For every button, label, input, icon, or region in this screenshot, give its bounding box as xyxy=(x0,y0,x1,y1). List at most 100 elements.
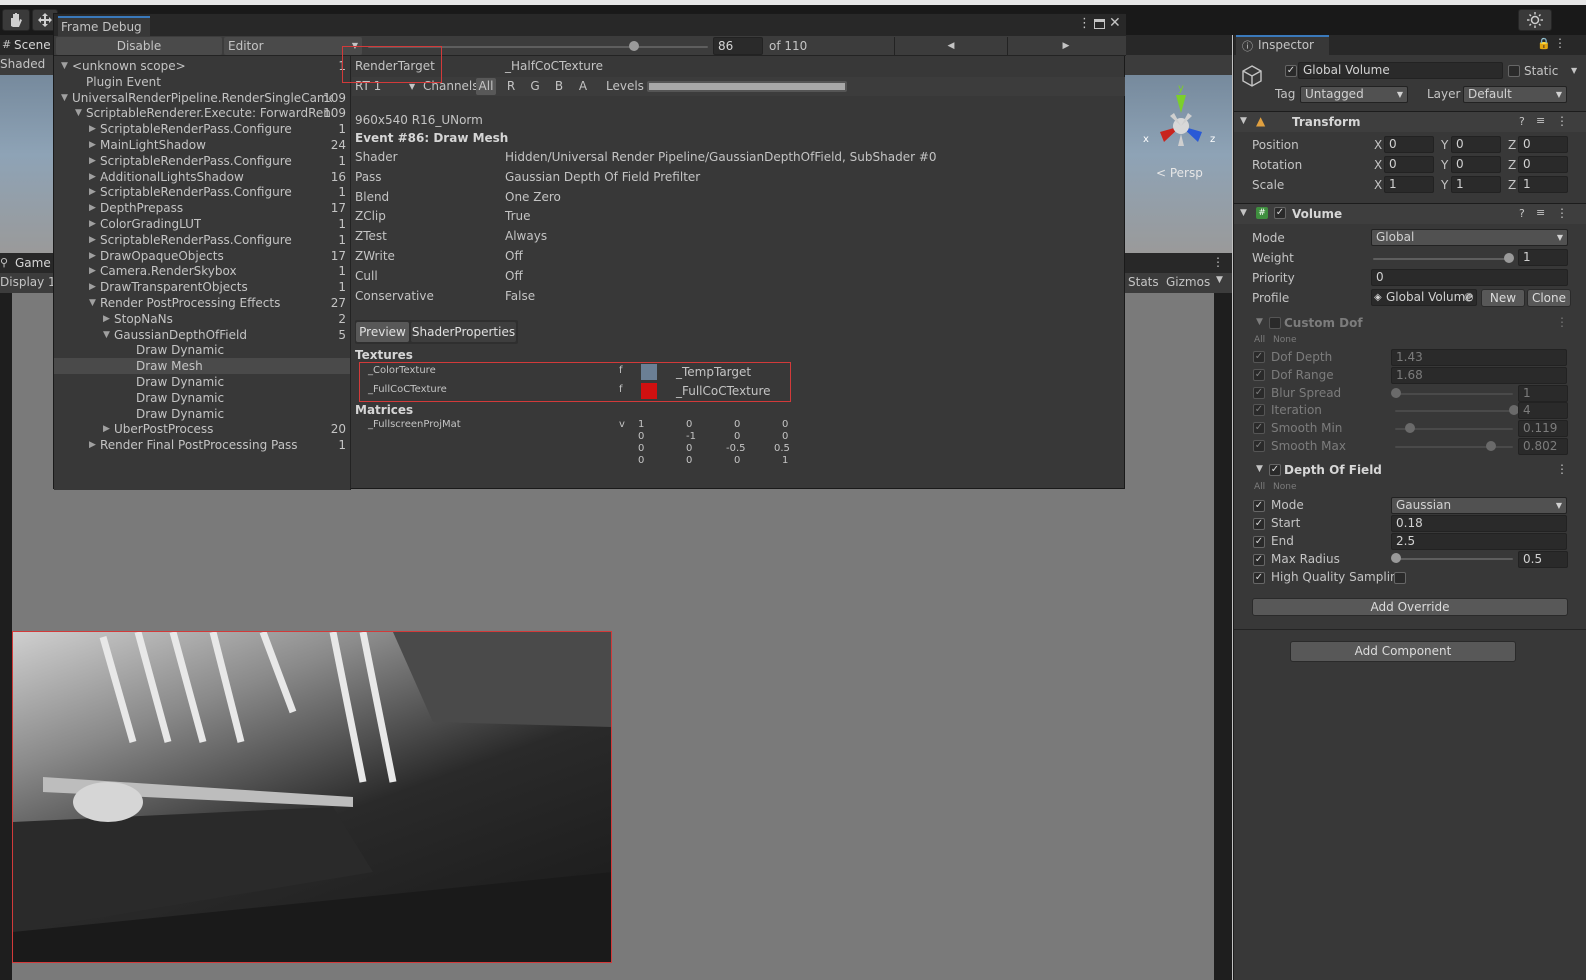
dof-all-button[interactable]: All xyxy=(1254,482,1265,492)
dof-start-override-checkbox[interactable]: ✓ xyxy=(1253,518,1265,530)
tree-row[interactable]: Plugin Event xyxy=(54,74,350,90)
tree-row[interactable]: ▶ Render Final PostProcessing Pass 1 xyxy=(54,437,350,453)
object-name-field[interactable]: Global Volume xyxy=(1298,62,1503,79)
custom-dof-none-button[interactable]: None xyxy=(1273,335,1296,345)
projection-label[interactable]: < Persp xyxy=(1156,166,1203,180)
hand-tool-button[interactable] xyxy=(2,9,30,31)
tab-shader-properties[interactable]: ShaderProperties xyxy=(411,322,516,342)
transform-scale-x-field[interactable]: 1 xyxy=(1384,176,1434,193)
volume-header[interactable]: ▼ # ✓ Volume ? ≡ ⋮ xyxy=(1234,203,1586,224)
dof-maxr-override-checkbox[interactable]: ✓ xyxy=(1253,554,1265,566)
foldout-expanded-icon[interactable]: ▼ xyxy=(61,58,68,74)
game-tab[interactable]: Game xyxy=(15,256,51,270)
foldout-collapsed-icon[interactable]: ▶ xyxy=(89,184,96,200)
clone-profile-button[interactable]: Clone xyxy=(1527,289,1571,307)
tree-row[interactable]: ▶ DepthPrepass 17 xyxy=(54,200,350,216)
transform-rotation-x-field[interactable]: 0 xyxy=(1384,156,1434,173)
foldout-collapsed-icon[interactable]: ▶ xyxy=(89,263,96,279)
dof-end-override-checkbox[interactable]: ✓ xyxy=(1253,536,1265,548)
volume-enabled-checkbox[interactable]: ✓ xyxy=(1274,207,1286,219)
static-checkbox[interactable] xyxy=(1508,65,1520,77)
weight-slider-track[interactable] xyxy=(1373,258,1509,260)
custom-dof-value-field[interactable]: 0.119 xyxy=(1518,420,1568,438)
tag-dropdown[interactable]: Untagged ▼ xyxy=(1300,86,1408,103)
tree-row[interactable]: Draw Mesh xyxy=(54,358,350,375)
layer-dropdown[interactable]: Default ▼ xyxy=(1463,86,1567,103)
display-dropdown[interactable]: Display 1 xyxy=(0,275,56,289)
custom-dof-slider-knob[interactable] xyxy=(1405,423,1416,434)
custom-dof-override-checkbox[interactable]: ✓ xyxy=(1253,440,1265,452)
scene-tab[interactable]: Scene xyxy=(14,38,51,52)
custom-dof-slider-knob[interactable] xyxy=(1485,441,1496,451)
stats-button[interactable]: Stats xyxy=(1128,275,1159,289)
gizmos-dropdown-icon[interactable]: ▼ xyxy=(1216,275,1223,285)
foldout-collapsed-icon[interactable]: ▶ xyxy=(103,311,110,327)
dof-header[interactable]: ▼ ✓ Depth Of Field ⋮ xyxy=(1234,460,1586,480)
tree-row[interactable]: ▶ MainLightShadow 24 xyxy=(54,137,350,153)
tree-row[interactable]: ▶ ScriptableRenderPass.Configure 1 xyxy=(54,153,350,169)
dof-hq-override-checkbox[interactable]: ✓ xyxy=(1253,572,1265,584)
custom-dof-value-field[interactable]: 1.68 xyxy=(1391,366,1567,384)
chevron-down-icon[interactable]: ▼ xyxy=(1571,66,1577,75)
custom-dof-override-checkbox[interactable]: ✓ xyxy=(1253,404,1265,417)
foldout-collapsed-icon[interactable]: ▶ xyxy=(103,421,110,437)
channel-button-r[interactable]: R xyxy=(500,78,522,95)
foldout-collapsed-icon[interactable]: ▶ xyxy=(89,169,96,185)
texture-thumbnail[interactable] xyxy=(641,364,657,380)
maximize-icon[interactable] xyxy=(1094,19,1105,29)
custom-dof-value-field[interactable]: 1.43 xyxy=(1391,349,1567,366)
foldout-collapsed-icon[interactable]: ▶ xyxy=(89,248,96,264)
new-profile-button[interactable]: New xyxy=(1481,289,1525,307)
levels-slider[interactable] xyxy=(647,81,847,92)
tree-row[interactable]: ▶ ColorGradingLUT 1 xyxy=(54,216,350,232)
dof-start-field[interactable]: 0.18 xyxy=(1391,515,1567,532)
game-menu-icon[interactable]: ⋮ xyxy=(1212,255,1224,269)
texture-thumbnail[interactable] xyxy=(641,383,657,399)
dof-mode-dropdown[interactable]: Gaussian ▼ xyxy=(1391,497,1567,514)
channel-button-b[interactable]: B xyxy=(548,78,570,95)
lock-icon[interactable]: 🔒 xyxy=(1537,37,1551,50)
gizmos-button[interactable]: Gizmos xyxy=(1166,275,1210,289)
foldout-collapsed-icon[interactable]: ▶ xyxy=(89,216,96,232)
transform-position-x-field[interactable]: 0 xyxy=(1384,136,1434,153)
tree-row[interactable]: ▼ GaussianDepthOfField 5 xyxy=(54,327,350,343)
tree-row[interactable]: Draw Dynamic xyxy=(54,374,350,390)
inspector-tab[interactable]: ⓘ Inspector xyxy=(1236,35,1329,55)
foldout-collapsed-icon[interactable]: ▶ xyxy=(89,153,96,169)
foldout-expanded-icon[interactable]: ▼ xyxy=(61,90,68,106)
tree-row[interactable]: Draw Dynamic xyxy=(54,390,350,406)
tree-row[interactable]: ▶ ScriptableRenderPass.Configure 1 xyxy=(54,121,350,137)
weight-field[interactable]: 1 xyxy=(1518,249,1568,266)
custom-dof-value-field[interactable]: 4 xyxy=(1518,402,1568,420)
channel-button-a[interactable]: A xyxy=(572,78,594,95)
tree-row[interactable]: Draw Dynamic xyxy=(54,342,350,358)
foldout-collapsed-icon[interactable]: ▶ xyxy=(89,137,96,153)
custom-dof-override-checkbox[interactable]: ✓ xyxy=(1253,351,1265,363)
prev-event-button[interactable]: ◀ xyxy=(894,37,1008,55)
add-override-button[interactable]: Add Override xyxy=(1252,598,1568,616)
custom-dof-checkbox[interactable] xyxy=(1269,317,1281,329)
add-component-button[interactable]: Add Component xyxy=(1290,641,1516,662)
foldout-collapsed-icon[interactable]: ▶ xyxy=(89,232,96,248)
tree-row[interactable]: ▶ ScriptableRenderPass.Configure 1 xyxy=(54,232,350,248)
tree-row[interactable]: ▶ Camera.RenderSkybox 1 xyxy=(54,263,350,279)
transform-rotation-y-field[interactable]: 0 xyxy=(1451,156,1501,173)
override-menu-icon[interactable]: ⋮ xyxy=(1556,315,1568,329)
custom-dof-slider-knob[interactable] xyxy=(1391,387,1401,398)
tree-row[interactable]: ▶ ScriptableRenderPass.Configure 1 xyxy=(54,184,350,200)
tab-preview[interactable]: Preview xyxy=(356,322,409,342)
lighting-settings-button[interactable] xyxy=(1518,9,1552,31)
tree-row[interactable]: ▼ Render PostProcessing Effects 27 xyxy=(54,295,350,311)
shading-mode-dropdown[interactable]: Shaded xyxy=(0,57,45,71)
dof-hq-checkbox[interactable] xyxy=(1394,572,1406,584)
channel-button-g[interactable]: G xyxy=(524,78,546,95)
active-checkbox[interactable]: ✓ xyxy=(1285,65,1297,77)
tree-row[interactable]: ▶ DrawTransparentObjects 1 xyxy=(54,279,350,295)
custom-dof-slider-track[interactable] xyxy=(1395,392,1513,395)
inspector-menu-icon[interactable]: ⋮ xyxy=(1554,36,1566,50)
frame-debug-tab[interactable]: Frame Debug xyxy=(58,16,150,36)
preset-icon[interactable]: ≡ xyxy=(1536,114,1545,127)
custom-dof-override-checkbox[interactable]: ✓ xyxy=(1253,368,1265,381)
custom-dof-header[interactable]: ▼ Custom Dof ⋮ xyxy=(1234,313,1586,333)
priority-field[interactable]: 0 xyxy=(1371,269,1568,286)
